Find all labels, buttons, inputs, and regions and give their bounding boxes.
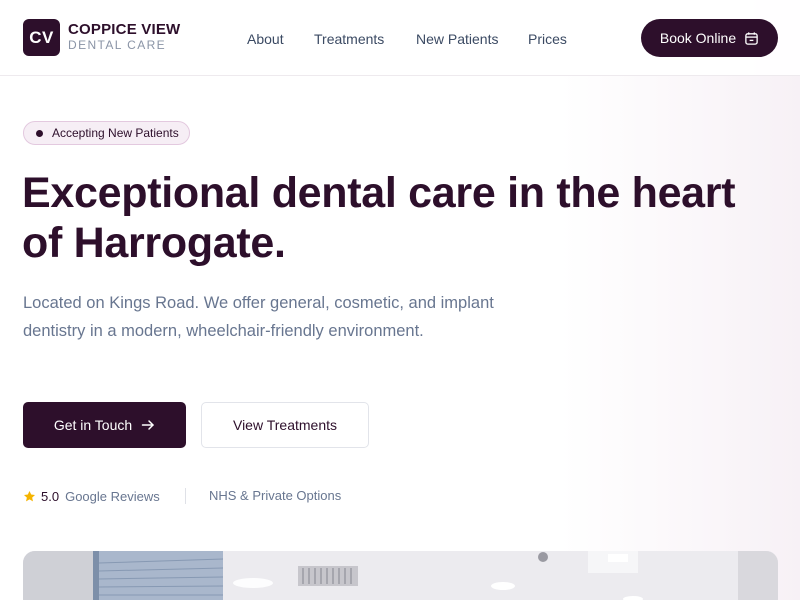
rating-divider [185,488,186,504]
accepting-patients-badge: Accepting New Patients [23,121,190,145]
nav-link-treatments[interactable]: Treatments [314,31,384,47]
badge-label: Accepting New Patients [52,126,179,140]
google-rating: 5.0 Google Reviews [23,488,160,504]
clinic-photo [23,551,778,600]
brand-subtitle: DENTAL CARE [68,38,167,52]
calendar-icon [745,31,758,45]
star-icon [23,490,36,501]
view-treatments-button[interactable]: View Treatments [201,402,369,448]
hero-headline: Exceptional dental care in the heart of … [22,169,736,267]
nav-link-new-patients[interactable]: New Patients [416,31,498,47]
clinic-interior-image [23,551,778,600]
hero-subtext: Located on Kings Road. We offer general,… [23,294,494,340]
site-header: CV COPPICE VIEW DENTAL CARE About Treatm… [0,0,800,76]
get-in-touch-label: Get in Touch [53,417,133,433]
nav-link-about[interactable]: About [247,31,284,47]
brand-name[interactable]: COPPICE VIEW [68,21,180,38]
nhs-private-note: NHS & Private Options [209,488,342,503]
book-online-label: Book Online [659,30,737,46]
rating-score: 5.0 [41,488,60,504]
nav-link-prices[interactable]: Prices [528,31,567,47]
status-dot-icon [36,129,43,137]
arrow-right-icon [141,420,154,430]
rating-label: Google Reviews [65,488,160,504]
book-online-button[interactable]: Book Online [641,19,778,57]
get-in-touch-button[interactable]: Get in Touch [23,402,186,448]
logo-badge[interactable]: CV [23,19,60,56]
